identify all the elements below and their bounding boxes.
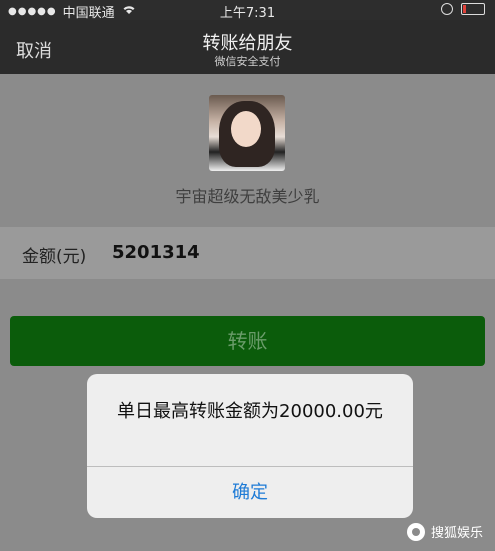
sohu-logo-icon (406, 522, 425, 541)
status-time: 上午7:31 (219, 6, 276, 21)
amount-field[interactable]: 金额(元) 5201314 (0, 227, 495, 279)
amount-input[interactable]: 5201314 (112, 242, 200, 263)
orientation-lock-icon (441, 3, 453, 15)
transfer-button[interactable]: 转账 (10, 316, 485, 366)
alert-ok-button[interactable]: 确定 (87, 467, 413, 518)
status-bar: ●●●●● 中国联通 上午7:31 (0, 0, 495, 21)
page-title: 转账给朋友 (202, 33, 293, 54)
page-subtitle: 微信安全支付 (214, 55, 281, 68)
watermark: 搜狐娱乐 (406, 522, 483, 541)
status-icons (441, 3, 485, 15)
avatar (209, 95, 285, 171)
alert-dialog: 单日最高转账金额为20000.00元 确定 (87, 374, 413, 518)
recipient-name: 宇宙超级无敌美少乳 (175, 187, 320, 206)
watermark-text: 搜狐娱乐 (430, 526, 483, 541)
alert-message: 单日最高转账金额为20000.00元 (117, 401, 383, 422)
amount-label: 金额(元) (22, 247, 87, 267)
nav-bar: 取消 转账给朋友 微信安全支付 (0, 20, 495, 74)
battery-icon (461, 3, 485, 15)
